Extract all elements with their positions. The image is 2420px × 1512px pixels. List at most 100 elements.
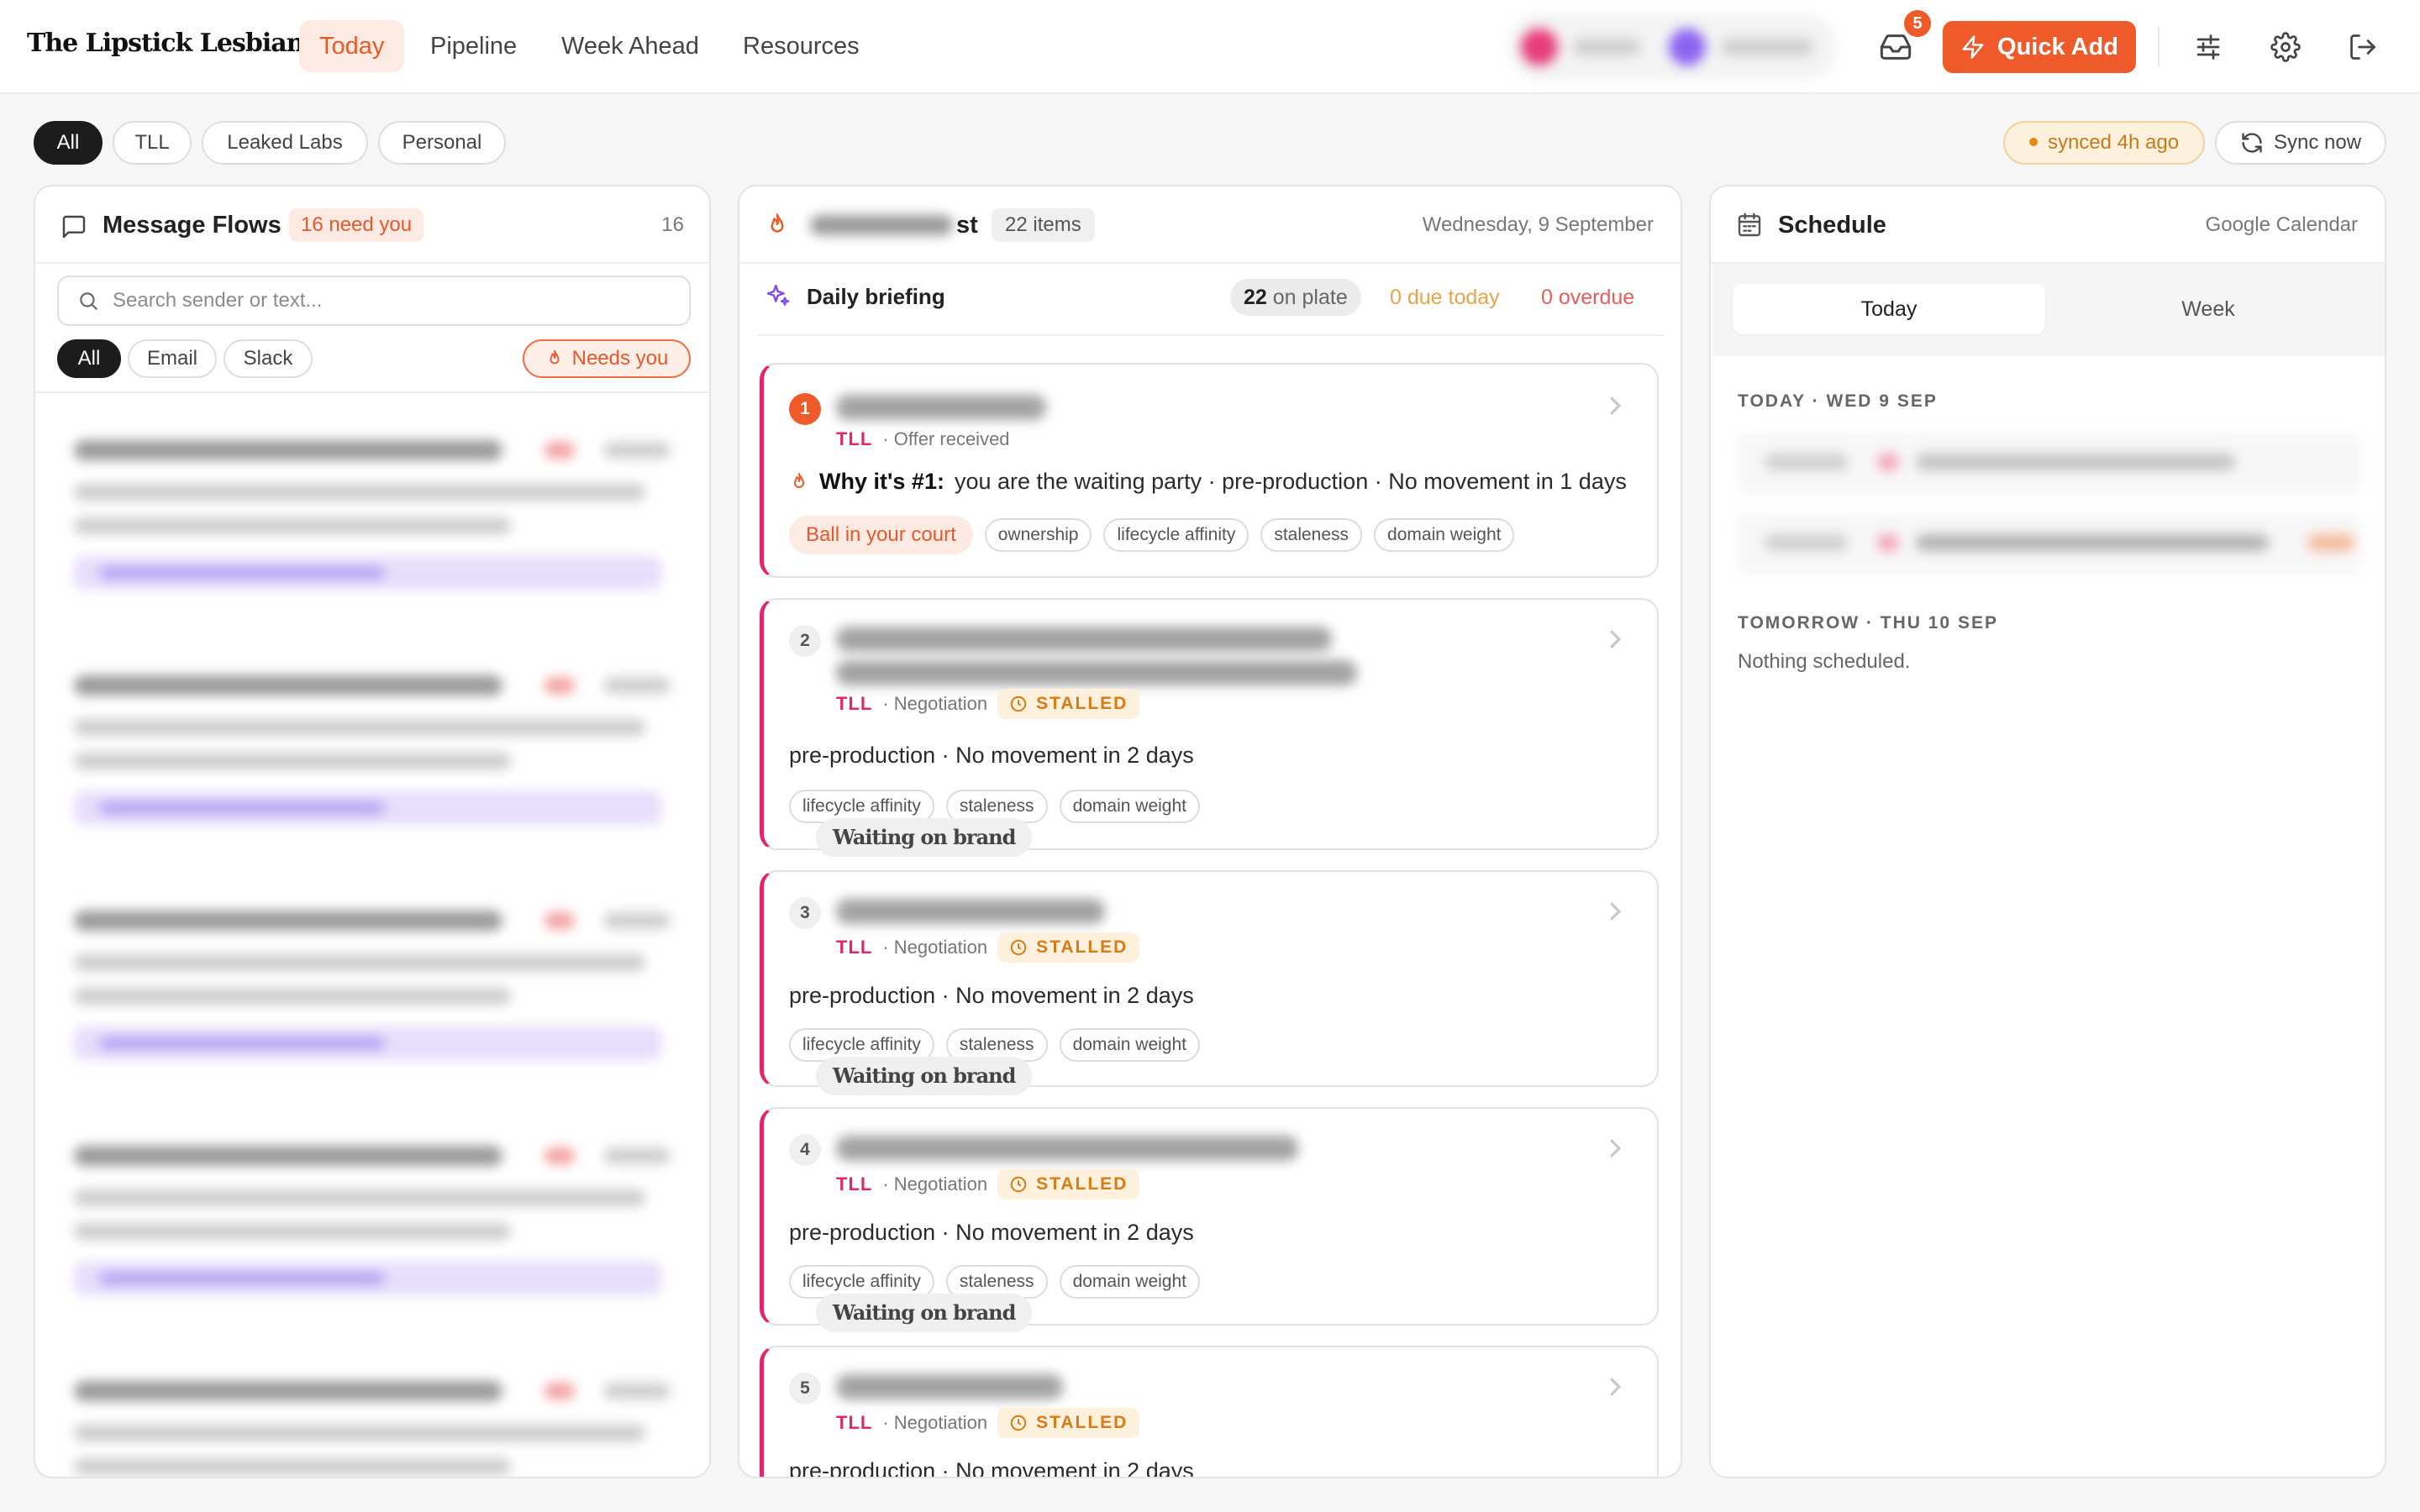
tab-today[interactable]: Today xyxy=(1733,284,2045,334)
reason-text: you are the waiting party · pre-producti… xyxy=(954,469,1627,494)
top-bar: The Lipstick Lesbians Today Pipeline Wee… xyxy=(0,0,2420,94)
deal-title-redacted xyxy=(836,627,1332,652)
stalled-badge: STALLED xyxy=(997,689,1140,719)
deal-title-redacted xyxy=(836,1374,1063,1399)
deal-stage: · Offer received xyxy=(882,428,1010,449)
waiting-on-brand-tag: Waiting on brand xyxy=(816,1294,1033,1332)
brand-logo[interactable]: The Lipstick Lesbians xyxy=(27,29,318,58)
nav-pipeline[interactable]: Pipeline xyxy=(410,20,537,72)
date-label: Wednesday, 9 September xyxy=(1422,213,1654,236)
divider xyxy=(2158,27,2160,67)
on-plate-count: 22 xyxy=(1244,286,1267,309)
msg-filter-email[interactable]: Email xyxy=(128,339,217,378)
deal-card[interactable]: 5 TLL · Negotiation STALLED pre-producti… xyxy=(760,1346,1659,1478)
deal-card[interactable]: 1 TLL · Offer received Why it's #1: you … xyxy=(760,363,1659,578)
calendar-event[interactable] xyxy=(1736,512,2361,575)
empty-state: Nothing scheduled. xyxy=(1738,650,1911,673)
search-input[interactable]: Search sender or text... xyxy=(57,276,691,326)
reason-text: pre-production · No movement in 2 days xyxy=(789,1458,1194,1478)
section-label-today: TODAY · WED 9 SEP xyxy=(1738,391,1938,411)
deal-meta: TLL · Negotiation STALLED xyxy=(836,689,1140,719)
chevron-right-icon xyxy=(1609,1378,1622,1396)
msg-filter-all[interactable]: All xyxy=(57,339,121,378)
tab-week[interactable]: Week xyxy=(2052,284,2365,334)
sync-now-button[interactable]: Sync now xyxy=(2215,121,2386,165)
deal-stage: · Negotiation xyxy=(882,1173,988,1194)
flame-icon xyxy=(550,349,560,365)
reason-text: pre-production · No movement in 2 days xyxy=(789,1220,1194,1245)
rank-number: 1 xyxy=(789,393,821,425)
deal-title-redacted xyxy=(836,660,1357,685)
nav-resources[interactable]: Resources xyxy=(723,20,880,72)
stalled-label: STALLED xyxy=(1036,1174,1128,1194)
nav-today[interactable]: Today xyxy=(299,20,405,72)
chat-icon xyxy=(62,215,86,239)
factor-tag: domain weight xyxy=(1059,790,1200,823)
waiting-on-brand-tag: Waiting on brand xyxy=(816,1057,1033,1095)
stalled-badge: STALLED xyxy=(997,932,1140,963)
sparkle-icon xyxy=(766,284,790,306)
flame-icon xyxy=(794,472,804,488)
deal-title-redacted xyxy=(836,395,1046,420)
factor-tag: staleness xyxy=(1260,518,1363,552)
filter-personal[interactable]: Personal xyxy=(378,121,506,165)
on-plate-badge: 22 on plate xyxy=(1230,279,1361,316)
account-name xyxy=(1573,39,1640,55)
items-count-badge: 22 items xyxy=(992,208,1095,242)
tag-row: Waiting on brand lifecycle affinity stal… xyxy=(789,790,1200,857)
calendar-icon xyxy=(1738,213,1761,237)
msg-filter-slack[interactable]: Slack xyxy=(224,339,313,378)
overdue-count: 0 overdue xyxy=(1541,286,1635,309)
filter-leaked-labs[interactable]: Leaked Labs xyxy=(202,121,368,165)
calendar-event[interactable] xyxy=(1736,432,2361,494)
stalled-label: STALLED xyxy=(1036,937,1128,957)
gear-icon[interactable] xyxy=(2260,22,2311,72)
filter-all[interactable]: All xyxy=(34,121,103,165)
status-dot xyxy=(2028,137,2038,146)
quick-add-button[interactable]: Quick Add xyxy=(1943,21,2136,73)
bolt-icon xyxy=(1962,35,1984,59)
stalled-badge: STALLED xyxy=(997,1169,1140,1200)
inbox-badge: 5 xyxy=(1904,10,1931,37)
clock-icon xyxy=(1010,1176,1027,1193)
workspace-tag: TLL xyxy=(836,937,873,958)
chevron-right-icon xyxy=(1609,902,1622,921)
deal-card[interactable]: 4 TLL · Negotiation STALLED pre-producti… xyxy=(760,1107,1659,1332)
nav-week-ahead[interactable]: Week Ahead xyxy=(541,20,719,72)
chevron-right-icon xyxy=(1609,1139,1622,1158)
panel-header: Schedule Google Calendar xyxy=(1711,186,2385,264)
list-title-redacted xyxy=(810,215,953,235)
focus-list-panel: st 22 items Wednesday, 9 September Daily… xyxy=(738,185,1682,1478)
avatar xyxy=(1669,29,1706,66)
waiting-on-brand-tag: Waiting on brand xyxy=(816,818,1033,857)
filter-tll[interactable]: TLL xyxy=(113,121,192,165)
panel-header: st 22 items Wednesday, 9 September xyxy=(739,186,1681,264)
workspace-tag: TLL xyxy=(836,693,873,714)
stalled-badge: STALLED xyxy=(997,1408,1140,1438)
logout-icon[interactable] xyxy=(2338,22,2388,72)
deal-card[interactable]: 3 TLL · Negotiation STALLED pre-producti… xyxy=(760,870,1659,1095)
divider xyxy=(758,334,1664,336)
factor-tag: lifecycle affinity xyxy=(1103,518,1249,552)
deal-meta: TLL · Negotiation STALLED xyxy=(836,1408,1140,1438)
message-flows-panel: Message Flows 16 need you 16 Search send… xyxy=(34,185,711,1478)
deal-stage: · Negotiation xyxy=(882,1412,988,1433)
deal-reason: Why it's #1: you are the waiting party ·… xyxy=(789,469,1627,495)
deal-card[interactable]: 2 TLL · Negotiation STALLED pre-producti… xyxy=(760,598,1659,857)
deal-meta: TLL · Offer received xyxy=(836,428,1010,450)
deal-stage: · Negotiation xyxy=(882,937,988,958)
briefing-title: Daily briefing xyxy=(807,284,945,309)
need-you-badge: 16 need you xyxy=(289,208,424,242)
panel-title: Message Flows xyxy=(103,212,281,239)
message-count: 16 xyxy=(661,213,684,236)
clock-icon xyxy=(1010,696,1027,712)
divider xyxy=(35,391,709,393)
why-label: Why it's #1: xyxy=(819,469,944,494)
reason-text: pre-production · No movement in 2 days xyxy=(789,983,1194,1008)
needs-you-filter[interactable]: Needs you xyxy=(523,339,691,378)
sliders-icon[interactable] xyxy=(2183,22,2233,72)
account-switcher[interactable] xyxy=(1509,13,1837,81)
search-placeholder: Search sender or text... xyxy=(113,289,323,312)
rank-number: 2 xyxy=(789,625,821,657)
quick-add-label: Quick Add xyxy=(1997,33,2118,60)
